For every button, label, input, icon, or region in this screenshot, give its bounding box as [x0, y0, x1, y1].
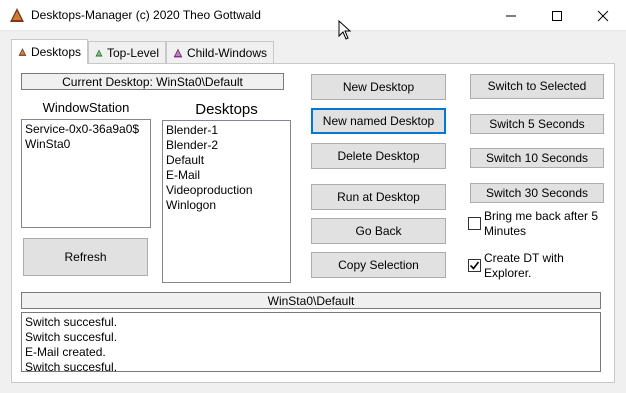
copy-selection-button[interactable]: Copy Selection — [311, 252, 446, 278]
switch-10-seconds-button[interactable]: Switch 10 Seconds — [470, 148, 604, 168]
top-level-tab-icon — [95, 49, 103, 56]
list-item[interactable]: Service-0x0-36a9a0$ — [25, 122, 147, 137]
log-output[interactable]: Switch succesful. Switch succesful. E-Ma… — [21, 312, 601, 372]
log-line: Switch succesful. — [25, 315, 118, 329]
list-item[interactable]: Blender-1 — [166, 123, 287, 138]
child-windows-tab-icon — [173, 48, 183, 57]
list-item[interactable]: WinSta0 — [25, 137, 147, 152]
app-logo-icon — [9, 7, 25, 23]
delete-desktop-button[interactable]: Delete Desktop — [311, 143, 446, 169]
tab-desktops[interactable]: Desktops — [11, 39, 88, 64]
current-desktop-label: Current Desktop: WinSta0\Default — [21, 73, 284, 90]
list-item[interactable]: E-Mail — [166, 168, 287, 183]
window-title: Desktops-Manager (c) 2020 Theo Gottwald — [31, 8, 261, 22]
log-line: Switch succesful. — [25, 330, 118, 344]
list-item[interactable]: Winlogon — [166, 198, 287, 213]
refresh-button[interactable]: Refresh — [23, 238, 148, 276]
desktops-list[interactable]: Blender-1 Blender-2 Default E-Mail Video… — [162, 120, 291, 283]
close-icon — [597, 10, 609, 21]
selected-path-label: WinSta0\Default — [21, 292, 601, 309]
minimize-button[interactable] — [488, 0, 534, 31]
windowstation-list[interactable]: Service-0x0-36a9a0$ WinSta0 — [21, 119, 151, 228]
tab-label: Desktops — [30, 45, 81, 59]
windowstation-heading: WindowStation — [42, 100, 130, 115]
desktops-tab-icon — [18, 48, 27, 56]
list-item[interactable]: Blender-2 — [166, 138, 287, 153]
switch-30-seconds-button[interactable]: Switch 30 Seconds — [470, 183, 604, 203]
create-dt-checkbox[interactable] — [468, 259, 481, 272]
log-line: Switch succesful. — [25, 360, 118, 372]
switch-to-selected-button[interactable]: Switch to Selected — [470, 74, 604, 99]
desktops-heading: Desktops — [195, 101, 258, 118]
new-desktop-button[interactable]: New Desktop — [311, 74, 446, 100]
mouse-pointer-icon — [338, 19, 352, 43]
bring-back-checkbox[interactable] — [468, 217, 481, 230]
tab-top-level[interactable]: Top-Level — [88, 41, 166, 63]
log-line: E-Mail created. — [25, 345, 106, 359]
tab-label: Child-Windows — [186, 45, 267, 60]
list-item[interactable]: Default — [166, 153, 287, 168]
new-named-desktop-button[interactable]: New named Desktop — [311, 108, 446, 134]
minimize-icon — [506, 15, 516, 16]
tab-child-windows[interactable]: Child-Windows — [166, 41, 274, 63]
list-item[interactable]: Videoproduction — [166, 183, 287, 198]
run-at-desktop-button[interactable]: Run at Desktop — [311, 184, 446, 210]
tab-label: Top-Level — [106, 45, 159, 60]
go-back-button[interactable]: Go Back — [311, 218, 446, 244]
maximize-icon — [552, 10, 562, 21]
checkmark-icon — [469, 261, 480, 270]
create-dt-label[interactable]: Create DT with Explorer. — [484, 251, 612, 281]
maximize-button[interactable] — [534, 0, 580, 31]
bring-back-label[interactable]: Bring me back after 5 Minutes — [484, 209, 612, 239]
switch-5-seconds-button[interactable]: Switch 5 Seconds — [470, 114, 604, 134]
close-button[interactable] — [580, 0, 626, 31]
